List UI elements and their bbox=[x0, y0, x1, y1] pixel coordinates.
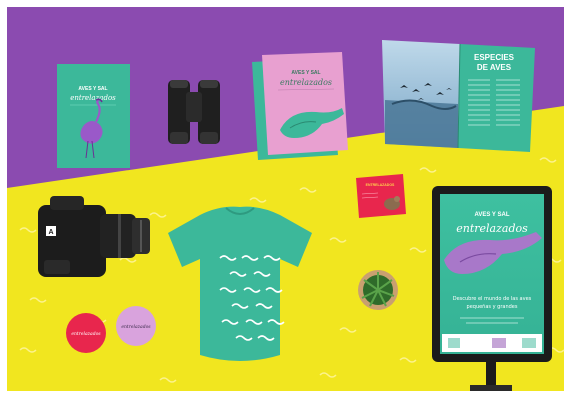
magazine-heading-2: DE AVES bbox=[477, 63, 512, 72]
mockup-scene: AVES Y SAL entrelazados AVES Y SAL entre… bbox=[0, 0, 571, 398]
poster-body-1: Descubre el mundo de las aves bbox=[453, 296, 532, 302]
magazine-open: ESPECIES DE AVES bbox=[382, 40, 535, 152]
pink-button-text: entrelazados bbox=[121, 324, 151, 330]
poster-screen bbox=[440, 194, 544, 354]
book-pink-script: entrelazados bbox=[280, 78, 332, 87]
magazine-heading-1: ESPECIES bbox=[474, 53, 515, 62]
book-left: AVES Y SAL entrelazados bbox=[57, 64, 130, 168]
flyer-title: ENTRELAZADOS bbox=[366, 183, 395, 187]
poster-title: AVES Y SAL bbox=[474, 212, 509, 218]
plant-icon bbox=[358, 270, 398, 310]
poster-stand: AVES Y SAL entrelazados Descubre el mund… bbox=[432, 186, 552, 391]
book-pink-title: AVES Y SAL bbox=[291, 70, 320, 76]
red-flyer: ENTRELAZADOS bbox=[356, 174, 406, 218]
book-left-title: AVES Y SAL bbox=[78, 86, 107, 92]
book-left-script: entrelazados bbox=[70, 94, 116, 102]
book-pink-cover bbox=[262, 52, 348, 155]
mockup-canvas: AVES Y SAL entrelazados AVES Y SAL entre… bbox=[0, 0, 571, 398]
poster-body-2: pequeñas y grandes bbox=[467, 304, 518, 310]
poster-script: entrelazados bbox=[456, 222, 528, 235]
red-button-text: entrelazados bbox=[71, 331, 101, 337]
book-stack: AVES Y SAL entrelazados bbox=[252, 52, 348, 160]
poster-base bbox=[470, 385, 512, 391]
camera-badge-letter: A bbox=[48, 229, 53, 236]
